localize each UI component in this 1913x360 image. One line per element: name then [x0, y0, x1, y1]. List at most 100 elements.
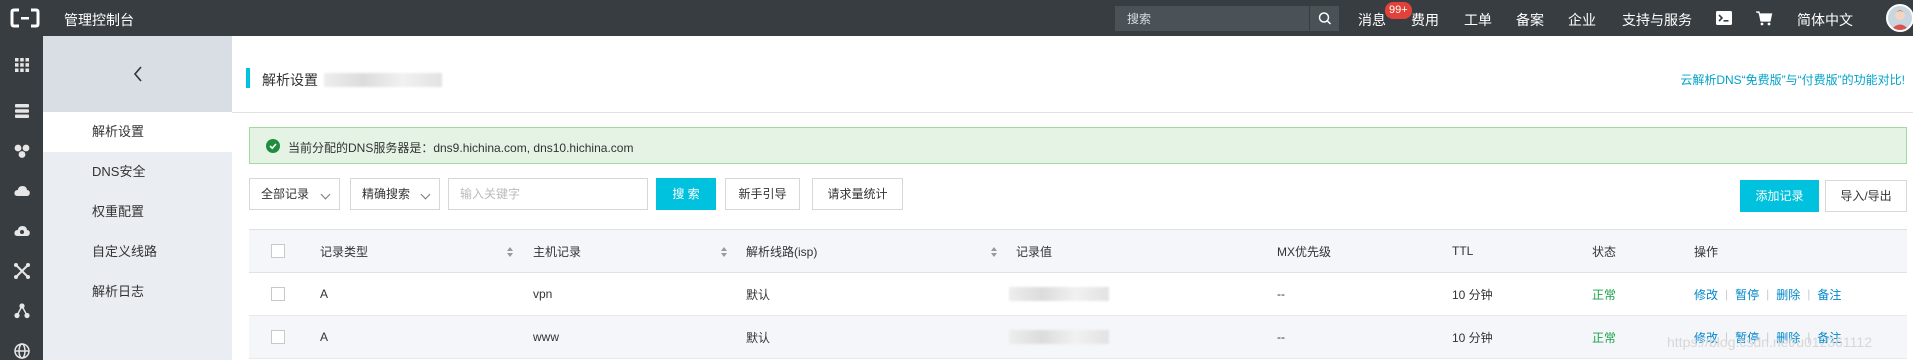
row-checkbox[interactable] — [271, 287, 285, 301]
cell-mx: -- — [1277, 287, 1285, 301]
request-stats-button[interactable]: 请求量统计 — [812, 178, 903, 210]
col-ttl: TTL — [1452, 244, 1474, 258]
user-avatar[interactable] — [1886, 4, 1913, 32]
cell-mx: -- — [1277, 330, 1285, 344]
redacted-record-value — [1009, 330, 1109, 344]
message-count-badge: 99+ — [1385, 2, 1412, 19]
sidebar-item-dns-logs[interactable]: 解析日志 — [43, 272, 232, 312]
alert-message: 当前分配的DNS服务器是：dns9.hichina.com, dns10.hic… — [288, 141, 634, 155]
cloud-upload-icon[interactable] — [13, 222, 31, 240]
cell-line: 默认 — [746, 330, 771, 345]
language-switch[interactable]: 简体中文 — [1797, 10, 1853, 30]
global-search — [1115, 6, 1339, 31]
record-filter-select[interactable]: 全部记录 — [249, 178, 340, 210]
delete-link[interactable]: 删除 — [1776, 286, 1800, 303]
sort-icon[interactable] — [720, 246, 728, 258]
nav-messages[interactable]: 消息 — [1358, 10, 1386, 30]
cluster-icon[interactable] — [13, 142, 31, 160]
search-records-button[interactable]: 搜 索 — [656, 178, 716, 210]
row-select-cell — [249, 316, 294, 358]
select-all-cell — [249, 230, 294, 272]
globe-icon[interactable] — [13, 342, 31, 360]
collapse-sidebar-button[interactable] — [43, 36, 232, 112]
col-host[interactable]: 主机记录 — [533, 230, 581, 272]
dns-sub-sidebar: 解析设置 DNS安全 权重配置 自定义线路 解析日志 — [43, 36, 232, 360]
cell-ttl: 10 分钟 — [1452, 330, 1493, 345]
search-button[interactable] — [1309, 6, 1339, 31]
product-icon-rail — [0, 36, 43, 360]
pause-link[interactable]: 暂停 — [1735, 286, 1759, 303]
cell-type: A — [320, 287, 329, 301]
edit-link[interactable]: 修改 — [1694, 286, 1718, 303]
separator: | — [1725, 287, 1729, 301]
import-export-button[interactable]: 导入/导出 — [1825, 180, 1907, 212]
nav-support[interactable]: 支持与服务 — [1622, 10, 1692, 30]
table-row: A vpn 默认 -- 10 分钟 正常 修改 | 暂停 | 删除 | 备注 — [249, 273, 1907, 316]
remark-link[interactable]: 备注 — [1817, 286, 1841, 303]
nav-enterprise[interactable]: 企业 — [1568, 10, 1596, 30]
col-line[interactable]: 解析线路(isp) — [746, 230, 817, 272]
sidebar-item-custom-lines[interactable]: 自定义线路 — [43, 232, 232, 272]
watermark: https://blog.csdn.net/u012361112 — [1667, 334, 1872, 350]
aliyun-logo-icon[interactable] — [10, 7, 40, 29]
redacted-domain — [324, 73, 442, 87]
separator: | — [1766, 287, 1770, 301]
sidebar-item-dns-security[interactable]: DNS安全 — [43, 152, 232, 192]
col-mx-priority: MX优先级 — [1277, 244, 1332, 259]
row-select-cell — [249, 273, 294, 315]
terminal-icon[interactable] — [1715, 9, 1733, 27]
cell-status: 正常 — [1592, 287, 1617, 302]
col-record-type[interactable]: 记录类型 — [320, 230, 368, 272]
version-compare-link[interactable]: 云解析DNS“免费版”与“付费版”的功能对比! — [1680, 71, 1905, 88]
page-title: 解析设置 — [262, 72, 318, 88]
cell-ttl: 10 分钟 — [1452, 287, 1493, 302]
cell-host: www — [533, 330, 559, 344]
cell-host: vpn — [533, 287, 553, 301]
col-actions: 操作 — [1694, 244, 1719, 259]
record-filter-value: 全部记录 — [261, 187, 310, 201]
global-search-input[interactable] — [1115, 6, 1309, 31]
cart-icon[interactable] — [1755, 9, 1773, 27]
keyword-input[interactable] — [449, 179, 647, 209]
sort-icon[interactable] — [990, 246, 998, 258]
beginner-guide-button[interactable]: 新手引导 — [725, 178, 800, 210]
cell-type: A — [320, 330, 329, 344]
top-bar: 管理控制台 消息 99+ 费用 工单 备案 企业 支持与服务 简体中文 — [0, 0, 1913, 36]
chevron-left-icon — [133, 66, 142, 82]
separator: | — [1807, 287, 1811, 301]
keyword-field — [448, 178, 648, 210]
dns-server-alert: 当前分配的DNS服务器是：dns9.hichina.com, dns10.hic… — [249, 127, 1907, 164]
sidebar-item-weight-config[interactable]: 权重配置 — [43, 192, 232, 232]
title-accent-bar — [246, 68, 250, 88]
col-status: 状态 — [1592, 244, 1617, 259]
search-icon — [1318, 12, 1332, 25]
server-icon[interactable] — [13, 102, 31, 120]
add-record-button[interactable]: 添加记录 — [1740, 180, 1819, 212]
network-icon[interactable] — [13, 262, 31, 280]
row-checkbox[interactable] — [271, 330, 285, 344]
nav-billing[interactable]: 费用 — [1411, 10, 1439, 30]
search-mode-value: 精确搜索 — [362, 187, 411, 201]
topology-icon[interactable] — [13, 302, 31, 320]
page-header: 解析设置 云解析DNS“免费版”与“付费版”的功能对比! — [232, 36, 1913, 113]
apps-grid-icon[interactable] — [13, 56, 31, 74]
cell-line: 默认 — [746, 287, 771, 302]
redacted-record-value — [1009, 287, 1109, 301]
chevron-down-icon — [420, 189, 431, 200]
cell-status: 正常 — [1592, 330, 1617, 345]
console-title[interactable]: 管理控制台 — [64, 10, 134, 30]
table-row: A www 默认 -- 10 分钟 正常 修改 | 暂停 | 删除 | 备注 — [249, 316, 1907, 359]
avatar-icon — [1891, 10, 1909, 30]
sort-icon[interactable] — [506, 246, 514, 258]
cloud-icon[interactable] — [13, 182, 31, 200]
col-value: 记录值 — [1016, 244, 1053, 259]
select-all-checkbox[interactable] — [271, 244, 285, 258]
nav-filing[interactable]: 备案 — [1516, 10, 1544, 30]
sidebar-item-dns-settings[interactable]: 解析设置 — [43, 112, 232, 152]
check-circle-icon — [266, 139, 280, 153]
nav-tickets[interactable]: 工单 — [1464, 10, 1492, 30]
chevron-down-icon — [320, 189, 331, 200]
records-table-header: 记录类型 主机记录 解析线路(isp) 记录值 MX优先级 TTL 状态 操作 — [249, 229, 1907, 273]
search-mode-select[interactable]: 精确搜索 — [350, 178, 440, 210]
row-actions: 修改 | 暂停 | 删除 | 备注 — [1694, 273, 1841, 315]
